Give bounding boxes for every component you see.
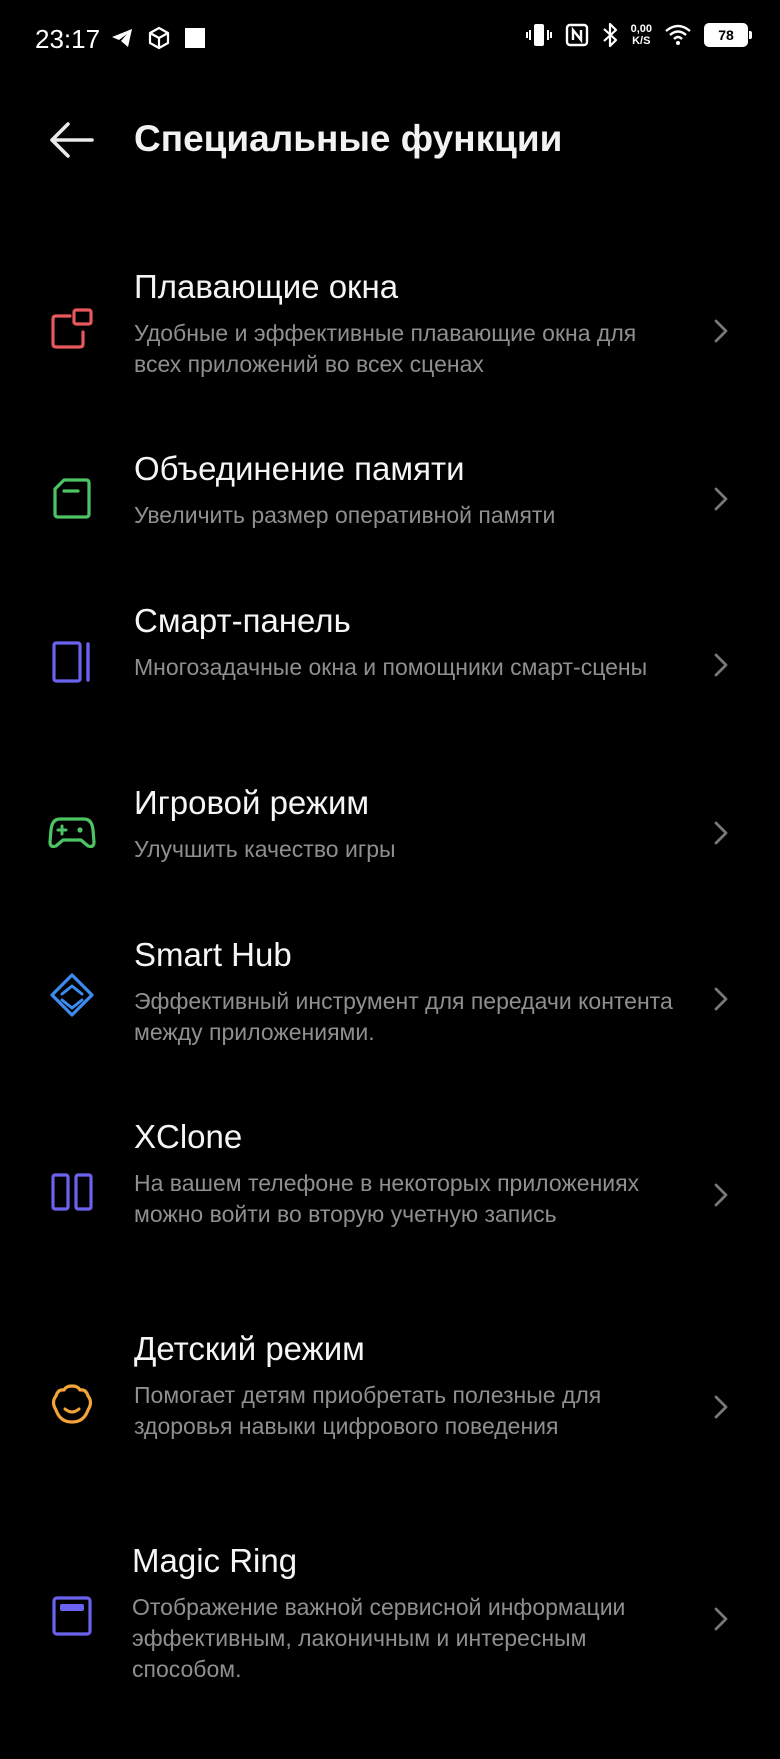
floating-window-icon: [51, 308, 93, 349]
chevron-right-icon: [714, 653, 728, 677]
gamepad-icon: [48, 817, 96, 849]
item-description: Улучшить качество игры: [134, 836, 396, 862]
item-description: Помогает детям приобретать полезные для …: [134, 1382, 602, 1439]
vibrate-icon: [525, 24, 552, 46]
page-header: Специальные функции: [0, 100, 780, 180]
status-bar: 23:17 0,00 K/S 78: [0, 0, 780, 80]
item-title: Игровой режим: [134, 784, 370, 821]
item-description: Многозадачные окна и помощники смарт-сце…: [134, 654, 648, 680]
chevron-right-icon: [714, 487, 728, 511]
page-title: Специальные функции: [134, 118, 563, 159]
item-description: Удобные и эффективные плавающие окна для…: [134, 320, 637, 377]
item-description: Увеличить размер оперативной памяти: [134, 502, 556, 528]
notification-square-icon: [185, 28, 205, 48]
item-title: Smart Hub: [134, 936, 292, 973]
chevron-right-icon: [714, 1395, 728, 1419]
item-title: Плавающие окна: [134, 268, 399, 305]
list-item-magic-ring[interactable]: Magic Ring Отображение важной сервисной …: [0, 1542, 780, 1702]
chevron-right-icon: [714, 1183, 728, 1207]
battery-indicator: 78: [704, 23, 752, 47]
chevron-right-icon: [714, 319, 728, 343]
list-item-xclone[interactable]: XClone На вашем телефоне в некоторых при…: [0, 1118, 780, 1278]
battery-level: 78: [718, 27, 734, 43]
package-icon: [148, 26, 170, 50]
list-item-floating-windows[interactable]: Плавающие окна Удобные и эффективные пла…: [0, 268, 780, 398]
side-panel-icon: [52, 641, 90, 683]
network-speed: 0,00 K/S: [631, 23, 652, 47]
list-item-kid-mode[interactable]: Детский режим Помогает детям приобретать…: [0, 1330, 780, 1490]
status-time: 23:17: [35, 24, 101, 54]
list-item-smart-sidebar[interactable]: Смарт-панель Многозадачные окна и помощн…: [0, 602, 780, 732]
net-speed-unit: K/S: [632, 35, 651, 47]
kid-mode-icon: [51, 1384, 93, 1424]
list-item-smart-hub[interactable]: Smart Hub Эффективный инструмент для пер…: [0, 936, 780, 1066]
list-item-game-mode[interactable]: Игровой режим Улучшить качество игры: [0, 784, 780, 884]
arrow-left-icon[interactable]: [46, 116, 96, 166]
list-item-memory-extension[interactable]: Объединение памяти Увеличить размер опер…: [0, 450, 780, 550]
nfc-icon: [565, 23, 588, 47]
item-title: Magic Ring: [132, 1542, 298, 1579]
wifi-icon: [665, 24, 691, 45]
chevron-right-icon: [714, 821, 728, 845]
chevron-right-icon: [714, 1607, 728, 1631]
memory-card-icon: [53, 478, 91, 519]
item-title: Объединение памяти: [134, 450, 465, 487]
chevron-right-icon: [714, 987, 728, 1011]
net-speed-value: 0,00: [630, 23, 652, 35]
magic-ring-icon: [52, 1596, 92, 1636]
item-description: Отображение важной сервисной информации …: [132, 1594, 626, 1682]
item-title: Смарт-панель: [134, 602, 351, 639]
item-description: Эффективный инструмент для передачи конт…: [134, 988, 673, 1045]
item-title: XClone: [134, 1118, 243, 1155]
clone-icon: [51, 1173, 93, 1211]
smart-hub-icon: [50, 973, 94, 1017]
bluetooth-icon: [602, 22, 617, 48]
item-title: Детский режим: [134, 1330, 365, 1367]
item-description: На вашем телефоне в некоторых приложения…: [134, 1170, 640, 1227]
telegram-icon: [112, 29, 132, 47]
